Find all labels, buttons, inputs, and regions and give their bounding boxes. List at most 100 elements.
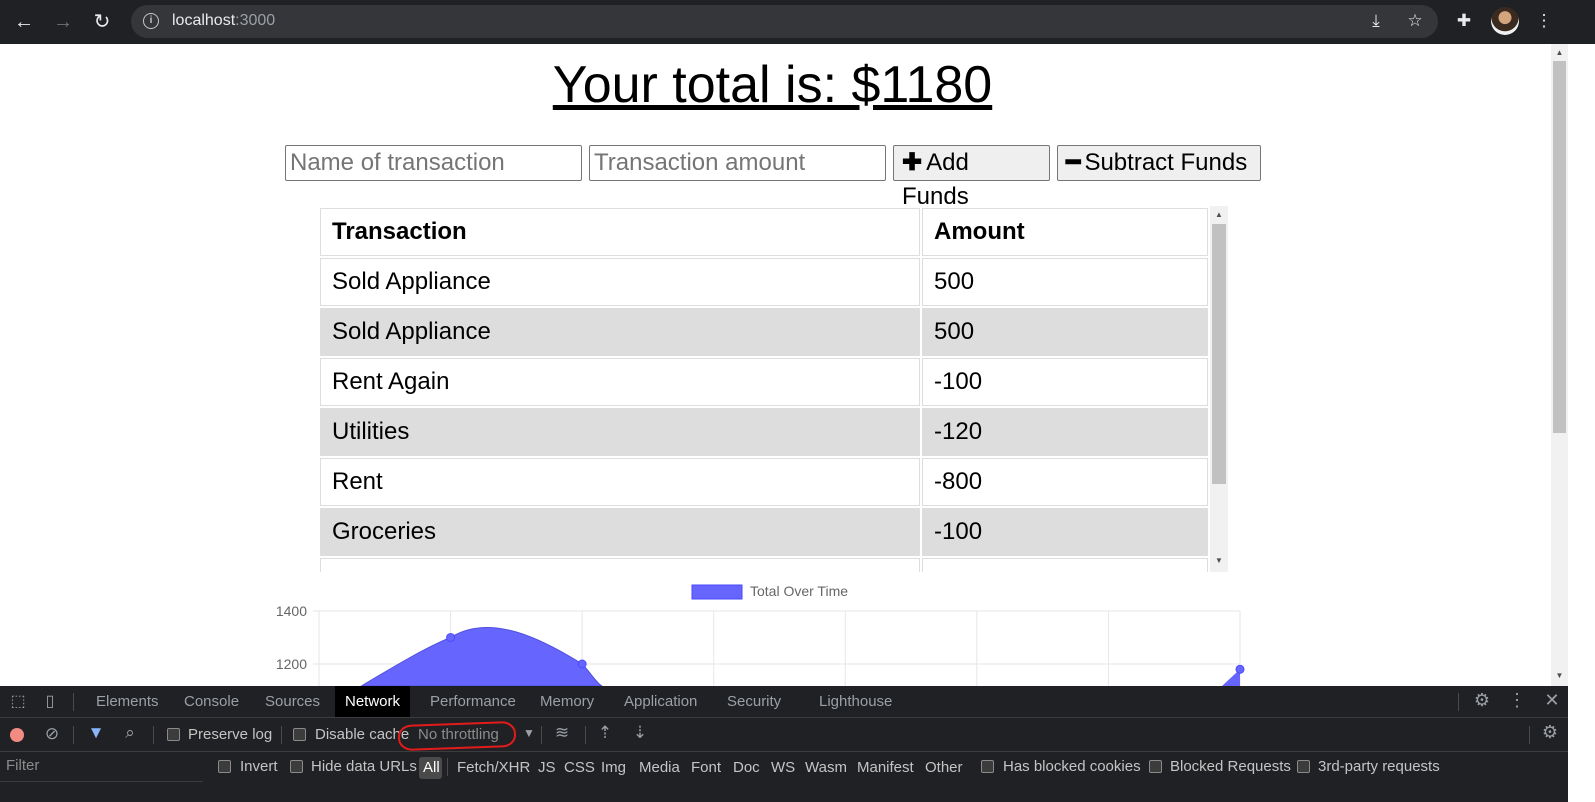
- type-filter-font[interactable]: Font: [691, 759, 721, 776]
- import-har-upload-icon[interactable]: ⇡: [595, 723, 615, 743]
- third-party-requests-label: 3rd-party requests: [1318, 758, 1440, 775]
- reload-icon[interactable]: ↻: [88, 8, 116, 36]
- devtools-tabbar: ⬚ ▯ Elements Console Sources Network Perform…: [0, 686, 1568, 718]
- invert-checkbox[interactable]: [218, 760, 231, 773]
- type-filter-other[interactable]: Other: [925, 759, 963, 776]
- table-row: Groceries -100: [320, 508, 1208, 556]
- table-scroll-up-icon[interactable]: ▲: [1210, 210, 1228, 219]
- tab-application[interactable]: Application: [614, 686, 707, 717]
- search-icon[interactable]: ⌕: [120, 723, 140, 743]
- tab-elements[interactable]: Elements: [86, 686, 169, 717]
- page-scrollbar[interactable]: ▲ ▼: [1551, 44, 1568, 686]
- device-toolbar-icon[interactable]: ▯: [40, 691, 60, 711]
- legend-label: Total Over Time: [750, 583, 848, 599]
- page-scrollbar-thumb[interactable]: [1553, 61, 1566, 433]
- type-filter-manifest[interactable]: Manifest: [857, 759, 914, 776]
- network-settings-gear-icon[interactable]: ⚙: [1539, 722, 1561, 743]
- tab-performance[interactable]: Performance: [420, 686, 526, 717]
- total-over-time-chart: Total Over Time 1400 1200: [260, 578, 1250, 686]
- record-button[interactable]: [10, 728, 24, 742]
- network-toolbar: ⊘ ▼ ⌕ Preserve log Disable cache No thro…: [0, 718, 1568, 752]
- dropdown-arrow-icon[interactable]: ▼: [522, 726, 536, 740]
- tab-security[interactable]: Security: [717, 686, 791, 717]
- settings-gear-icon[interactable]: ⚙: [1471, 690, 1493, 711]
- type-filter-css[interactable]: CSS: [564, 759, 595, 776]
- data-point: [1235, 664, 1245, 674]
- preserve-log-checkbox[interactable]: [167, 728, 180, 741]
- back-arrow-icon[interactable]: ←: [10, 8, 38, 36]
- tab-lighthouse[interactable]: Lighthouse: [809, 686, 902, 717]
- table-row: [320, 558, 1208, 572]
- blocked-requests-checkbox[interactable]: [1149, 760, 1162, 773]
- site-info-icon[interactable]: i: [143, 13, 159, 29]
- has-blocked-cookies-checkbox[interactable]: [981, 760, 994, 773]
- page-title: Your total is: $1180: [552, 56, 993, 114]
- forward-arrow-icon[interactable]: →: [49, 8, 77, 36]
- type-filter-img[interactable]: Img: [601, 759, 626, 776]
- type-filter-doc[interactable]: Doc: [733, 759, 760, 776]
- export-har-download-icon[interactable]: ⇣: [630, 723, 650, 743]
- header-transaction: Transaction: [320, 208, 920, 256]
- area-series-total-over-time: [360, 627, 603, 686]
- minus-icon: ━: [1066, 149, 1081, 176]
- third-party-requests-checkbox[interactable]: [1297, 760, 1310, 773]
- table-row: Rent -800: [320, 458, 1208, 506]
- filter-funnel-icon[interactable]: ▼: [86, 723, 106, 743]
- header-amount: Amount: [922, 208, 1208, 256]
- type-filter-wasm[interactable]: Wasm: [805, 759, 847, 776]
- inspect-element-icon[interactable]: ⬚: [8, 691, 28, 711]
- type-filter-fetch-xhr[interactable]: Fetch/XHR: [457, 759, 530, 776]
- table-scrollbar-thumb[interactable]: [1212, 224, 1226, 484]
- devtools-menu-icon[interactable]: ⋮: [1506, 690, 1528, 711]
- url-text: localhost:3000: [172, 12, 276, 29]
- tab-sources[interactable]: Sources: [255, 686, 330, 717]
- browser-toolbar: ← → ↻ i localhost:3000 ⤓ ☆ ✚ ⋮: [0, 0, 1595, 44]
- tab-console[interactable]: Console: [174, 686, 249, 717]
- legend-swatch: [691, 584, 743, 600]
- data-point: [446, 633, 456, 642]
- data-point: [577, 659, 587, 669]
- bookmark-star-icon[interactable]: ☆: [1403, 9, 1427, 33]
- extensions-puzzle-icon[interactable]: ✚: [1452, 9, 1476, 33]
- type-filter-all[interactable]: All: [423, 759, 440, 776]
- y-tick-label: 1400: [276, 603, 307, 619]
- type-filter-js[interactable]: JS: [538, 759, 556, 776]
- scroll-down-arrow-icon[interactable]: ▼: [1551, 671, 1568, 680]
- table-row: Sold Appliance 500: [320, 308, 1208, 356]
- profile-avatar[interactable]: [1491, 7, 1519, 35]
- disable-cache-checkbox[interactable]: [293, 728, 306, 741]
- table-scroll-down-icon[interactable]: ▼: [1210, 556, 1228, 565]
- close-devtools-icon[interactable]: ✕: [1541, 690, 1563, 711]
- add-funds-button[interactable]: ✚ Add Funds: [893, 145, 1050, 210]
- has-blocked-cookies-label: Has blocked cookies: [1003, 758, 1141, 775]
- disable-cache-label: Disable cache: [315, 726, 410, 743]
- tab-network[interactable]: Network: [335, 686, 411, 717]
- preserve-log-label: Preserve log: [188, 726, 273, 743]
- type-filter-ws[interactable]: WS: [771, 759, 795, 776]
- scroll-up-arrow-icon[interactable]: ▲: [1551, 48, 1568, 57]
- hide-data-urls-checkbox[interactable]: [290, 760, 303, 773]
- menu-kebab-icon[interactable]: ⋮: [1532, 9, 1556, 33]
- address-bar[interactable]: i localhost:3000: [131, 5, 1438, 38]
- type-filter-media[interactable]: Media: [639, 759, 680, 776]
- transaction-name-input[interactable]: [285, 145, 582, 181]
- red-annotation-circle: [397, 720, 517, 752]
- table-scrollbar[interactable]: ▲ ▼: [1210, 206, 1228, 572]
- transaction-amount-input[interactable]: [589, 145, 886, 181]
- transactions-table: Transaction Amount Sold Appliance 500 Sol…: [318, 206, 1230, 572]
- subtract-funds-button[interactable]: ━ Subtract Funds: [1057, 145, 1261, 181]
- install-app-icon[interactable]: ⤓: [1364, 9, 1388, 33]
- plus-icon: ✚: [902, 149, 923, 176]
- invert-label: Invert: [240, 758, 278, 775]
- filter-input[interactable]: Filter: [0, 752, 203, 782]
- table-row: Utilities -120: [320, 408, 1208, 456]
- network-filter-bar: Filter Invert Hide data URLs All Fetch/XH…: [0, 752, 1568, 782]
- clear-icon[interactable]: ⊘: [42, 724, 62, 744]
- table-row: Rent Again -100: [320, 358, 1208, 406]
- network-conditions-wifi-icon[interactable]: ≋: [550, 723, 574, 743]
- y-tick-label: 1200: [276, 656, 307, 672]
- tab-memory[interactable]: Memory: [530, 686, 604, 717]
- blocked-requests-label: Blocked Requests: [1170, 758, 1291, 775]
- devtools-panel: ⬚ ▯ Elements Console Sources Network Perform…: [0, 686, 1568, 802]
- chart-svg: Total Over Time 1400 1200: [276, 583, 1245, 686]
